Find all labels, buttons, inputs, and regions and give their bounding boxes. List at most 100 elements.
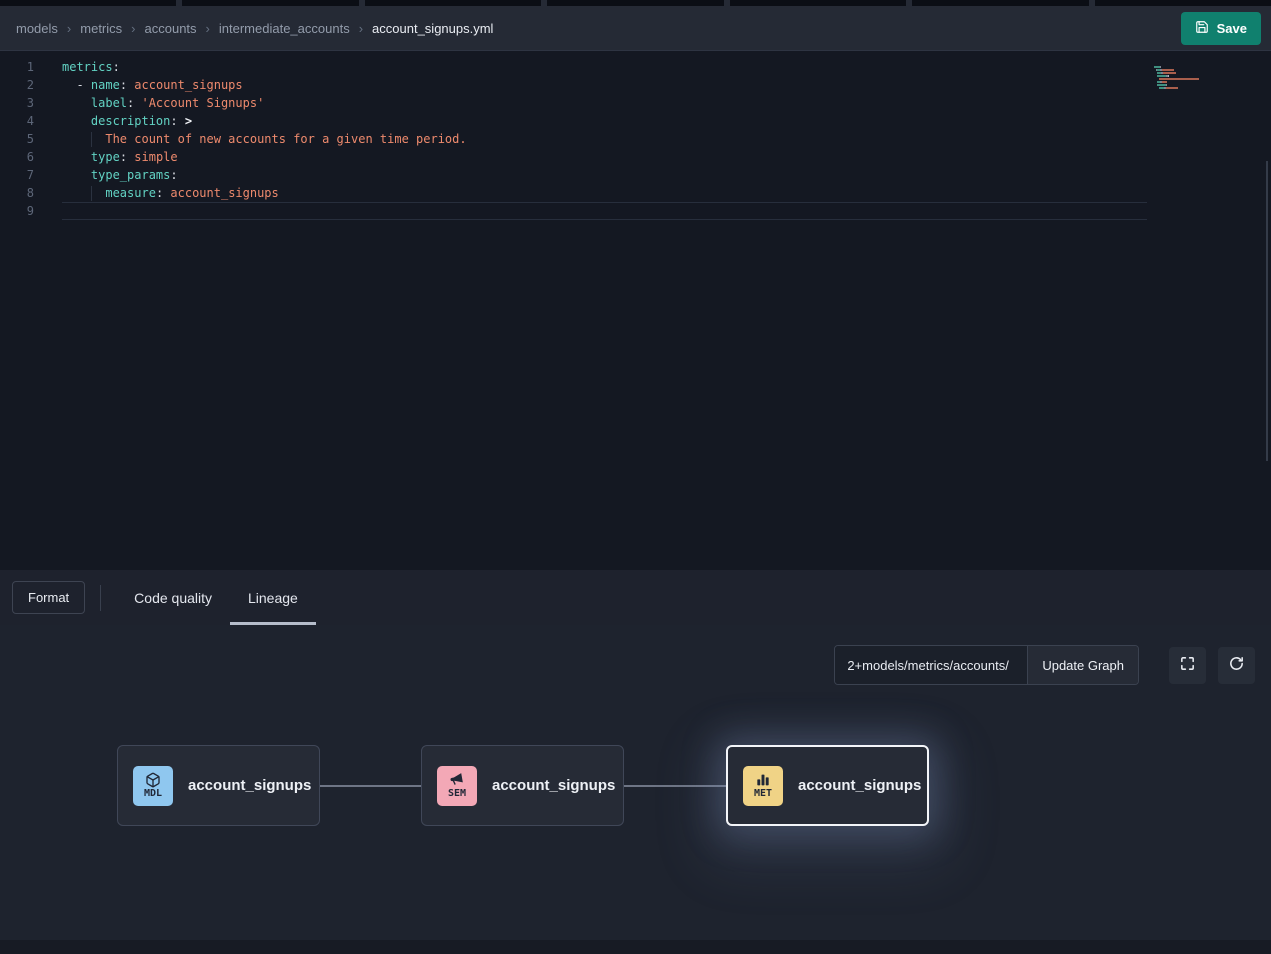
save-button[interactable]: Save	[1181, 12, 1261, 45]
panel-tab-bar: Format Code qualityLineage	[0, 570, 1271, 625]
editor-scrollbar[interactable]	[1266, 161, 1268, 461]
code-line-text: description: >	[62, 112, 192, 130]
line-number: 4	[0, 112, 34, 130]
code-token	[62, 114, 91, 128]
gutter-gap	[34, 58, 62, 76]
node-type-tile: SEM	[437, 766, 477, 806]
node-label: account_signups	[798, 777, 921, 794]
bottom-panel: Format Code qualityLineage Update Graph …	[0, 570, 1271, 954]
minimap-line	[1154, 74, 1212, 76]
format-button[interactable]: Format	[12, 581, 85, 614]
lineage-node-met[interactable]: METaccount_signups	[726, 745, 929, 826]
minimap-segment	[1166, 84, 1167, 86]
gutter-gap	[34, 76, 62, 94]
code-line-text: measure: account_signups	[62, 184, 279, 202]
breadcrumb-item[interactable]: intermediate_accounts	[219, 21, 350, 36]
update-graph-button[interactable]: Update Graph	[1027, 646, 1138, 684]
code-token: simple	[134, 150, 177, 164]
code-token: :	[170, 168, 177, 182]
lineage-panel: Update Graph MDLaccount_signupsSEMaccoun…	[0, 625, 1271, 954]
code-token: :	[127, 96, 141, 110]
code-line-text: type_params:	[62, 166, 178, 184]
code-token: type_params	[91, 168, 170, 182]
editor-tab[interactable]	[912, 0, 1088, 6]
minimap-line	[1154, 65, 1212, 67]
code-token	[62, 96, 91, 110]
lineage-filter-input[interactable]	[835, 646, 1027, 684]
code-line-text: - name: account_signups	[62, 76, 243, 94]
line-number: 6	[0, 148, 34, 166]
code-token: measure	[105, 186, 156, 200]
code-line[interactable]: 2 - name: account_signups	[0, 76, 1271, 94]
save-button-label: Save	[1217, 21, 1247, 36]
lineage-selector-group: Update Graph	[834, 645, 1139, 685]
editor-tab[interactable]	[547, 0, 723, 6]
gutter-gap	[34, 130, 62, 148]
breadcrumb-item[interactable]: accounts	[145, 21, 197, 36]
code-line-text: type: simple	[62, 148, 178, 166]
breadcrumb: models›metrics›accounts›intermediate_acc…	[16, 21, 493, 36]
tab-lineage[interactable]: Lineage	[230, 570, 316, 625]
code-line[interactable]: 8 measure: account_signups	[0, 184, 1271, 202]
breadcrumb-item[interactable]: models	[16, 21, 58, 36]
node-type-badge: SEM	[448, 788, 466, 799]
code-line[interactable]: 6 type: simple	[0, 148, 1271, 166]
refresh-icon	[1228, 655, 1245, 675]
line-number: 7	[0, 166, 34, 184]
code-token: account_signups	[134, 78, 242, 92]
minimap-segment	[1168, 75, 1169, 77]
editor-tab[interactable]	[365, 0, 541, 6]
code-line[interactable]: 4 description: >	[0, 112, 1271, 130]
gutter-gap	[34, 148, 62, 166]
breadcrumb-bar: models›metrics›accounts›intermediate_acc…	[0, 6, 1271, 51]
lineage-toolbar: Update Graph	[834, 645, 1255, 685]
breadcrumb-item[interactable]: account_signups.yml	[372, 21, 493, 36]
minimap[interactable]	[1154, 59, 1212, 86]
editor-tab[interactable]	[182, 0, 358, 6]
editor-tab[interactable]	[730, 0, 906, 6]
line-number: 9	[0, 202, 34, 220]
gutter-gap	[34, 112, 62, 130]
cube-icon	[145, 772, 161, 788]
lineage-node-sem[interactable]: SEMaccount_signups	[421, 745, 624, 826]
code-token: :	[156, 186, 170, 200]
chevron-right-icon: ›	[131, 21, 135, 36]
chevron-right-icon: ›	[206, 21, 210, 36]
megaphone-icon	[449, 772, 465, 788]
code-token	[62, 132, 91, 146]
code-token	[62, 186, 91, 200]
code-token: name	[91, 78, 120, 92]
tab-code-quality[interactable]: Code quality	[116, 570, 230, 625]
editor-tab[interactable]	[1095, 0, 1271, 6]
line-number: 8	[0, 184, 34, 202]
code-token	[91, 132, 105, 146]
code-token: account_signups	[170, 186, 278, 200]
code-token	[91, 186, 105, 200]
line-number: 2	[0, 76, 34, 94]
refresh-button[interactable]	[1218, 647, 1255, 684]
floppy-disk-icon	[1195, 20, 1209, 37]
code-token: :	[170, 114, 184, 128]
minimap-line	[1154, 68, 1212, 70]
gutter-gap	[34, 94, 62, 112]
lineage-node-mdl[interactable]: MDLaccount_signups	[117, 745, 320, 826]
lineage-edge	[624, 785, 726, 787]
gutter-gap	[34, 202, 62, 220]
editor-tab[interactable]	[0, 0, 176, 6]
code-editor[interactable]: 1metrics:2 - name: account_signups3 labe…	[0, 51, 1271, 570]
node-type-badge: MDL	[144, 788, 162, 799]
gutter-gap	[34, 166, 62, 184]
code-token: :	[120, 150, 134, 164]
minimap-line	[1154, 62, 1212, 64]
code-line[interactable]: 1metrics:	[0, 58, 1271, 76]
code-line[interactable]: 3 label: 'Account Signups'	[0, 94, 1271, 112]
fullscreen-button[interactable]	[1169, 647, 1206, 684]
code-token	[62, 168, 91, 182]
breadcrumb-item[interactable]: metrics	[80, 21, 122, 36]
code-line[interactable]: 7 type_params:	[0, 166, 1271, 184]
code-line-text: label: 'Account Signups'	[62, 94, 264, 112]
code-line[interactable]: 5 The count of new accounts for a given …	[0, 130, 1271, 148]
code-token: :	[120, 78, 134, 92]
node-type-tile: MDL	[133, 766, 173, 806]
code-line[interactable]: 9	[0, 202, 1271, 220]
